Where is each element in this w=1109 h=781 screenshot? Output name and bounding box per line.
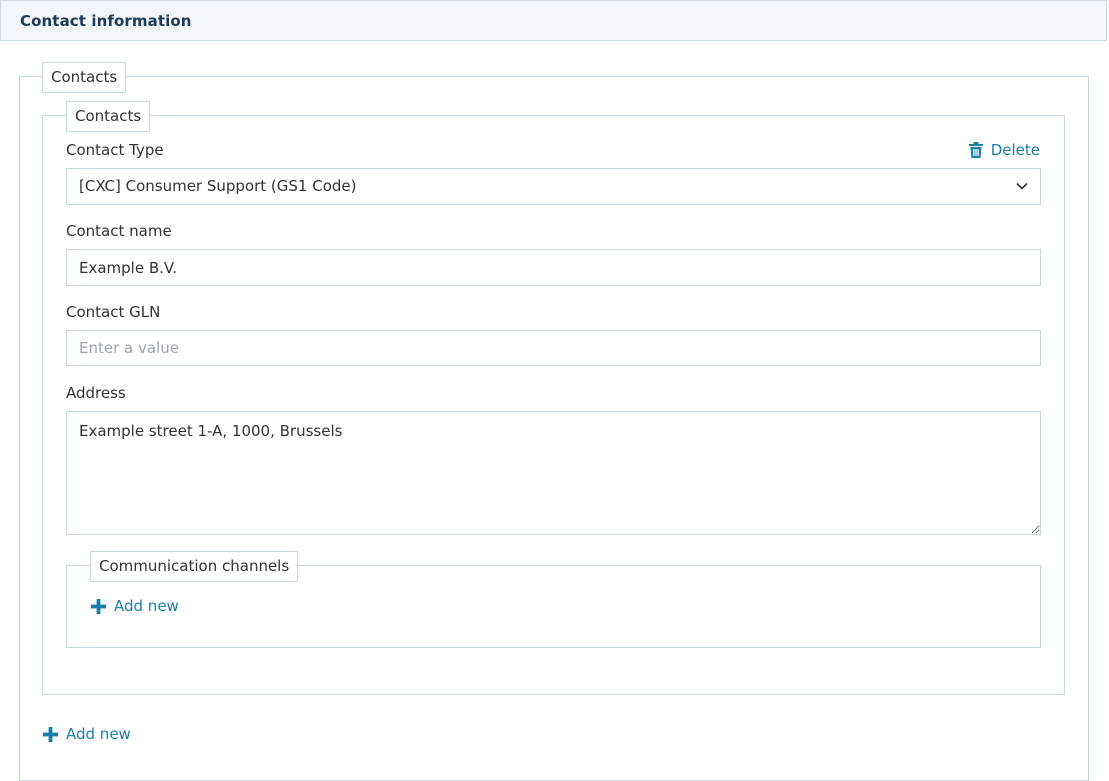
communication-channels-legend: Communication channels (90, 551, 299, 582)
contact-gln-input[interactable] (66, 330, 1041, 366)
add-new-label: Add new (114, 597, 179, 615)
contact-gln-label: Contact GLN (66, 303, 161, 321)
address-label: Address (66, 384, 126, 402)
contact-type-select[interactable]: [CXC] Consumer Support (GS1 Code) (66, 168, 1041, 205)
plus-icon (91, 598, 106, 614)
section-title: Contact information (20, 12, 192, 30)
contact-type-value: [CXC] Consumer Support (GS1 Code) (79, 177, 357, 195)
contact-item-legend: Contacts (66, 101, 151, 132)
delete-label: Delete (990, 141, 1040, 159)
chevron-down-icon (1016, 182, 1028, 190)
contact-name-label: Contact name (66, 222, 172, 240)
contacts-group-legend: Contacts (42, 62, 127, 93)
trash-icon (968, 142, 983, 158)
plus-icon (43, 726, 58, 742)
contact-type-label: Contact Type (66, 141, 164, 159)
add-new-label: Add new (66, 725, 131, 743)
section-header: Contact information (0, 0, 1107, 41)
contact-name-input[interactable] (66, 249, 1041, 286)
delete-contact-button[interactable]: Delete (968, 141, 1040, 159)
add-contact-button[interactable]: Add new (43, 725, 131, 743)
add-communication-channel-button[interactable]: Add new (91, 597, 179, 615)
address-textarea[interactable]: Example street 1-A, 1000, Brussels (66, 411, 1041, 535)
